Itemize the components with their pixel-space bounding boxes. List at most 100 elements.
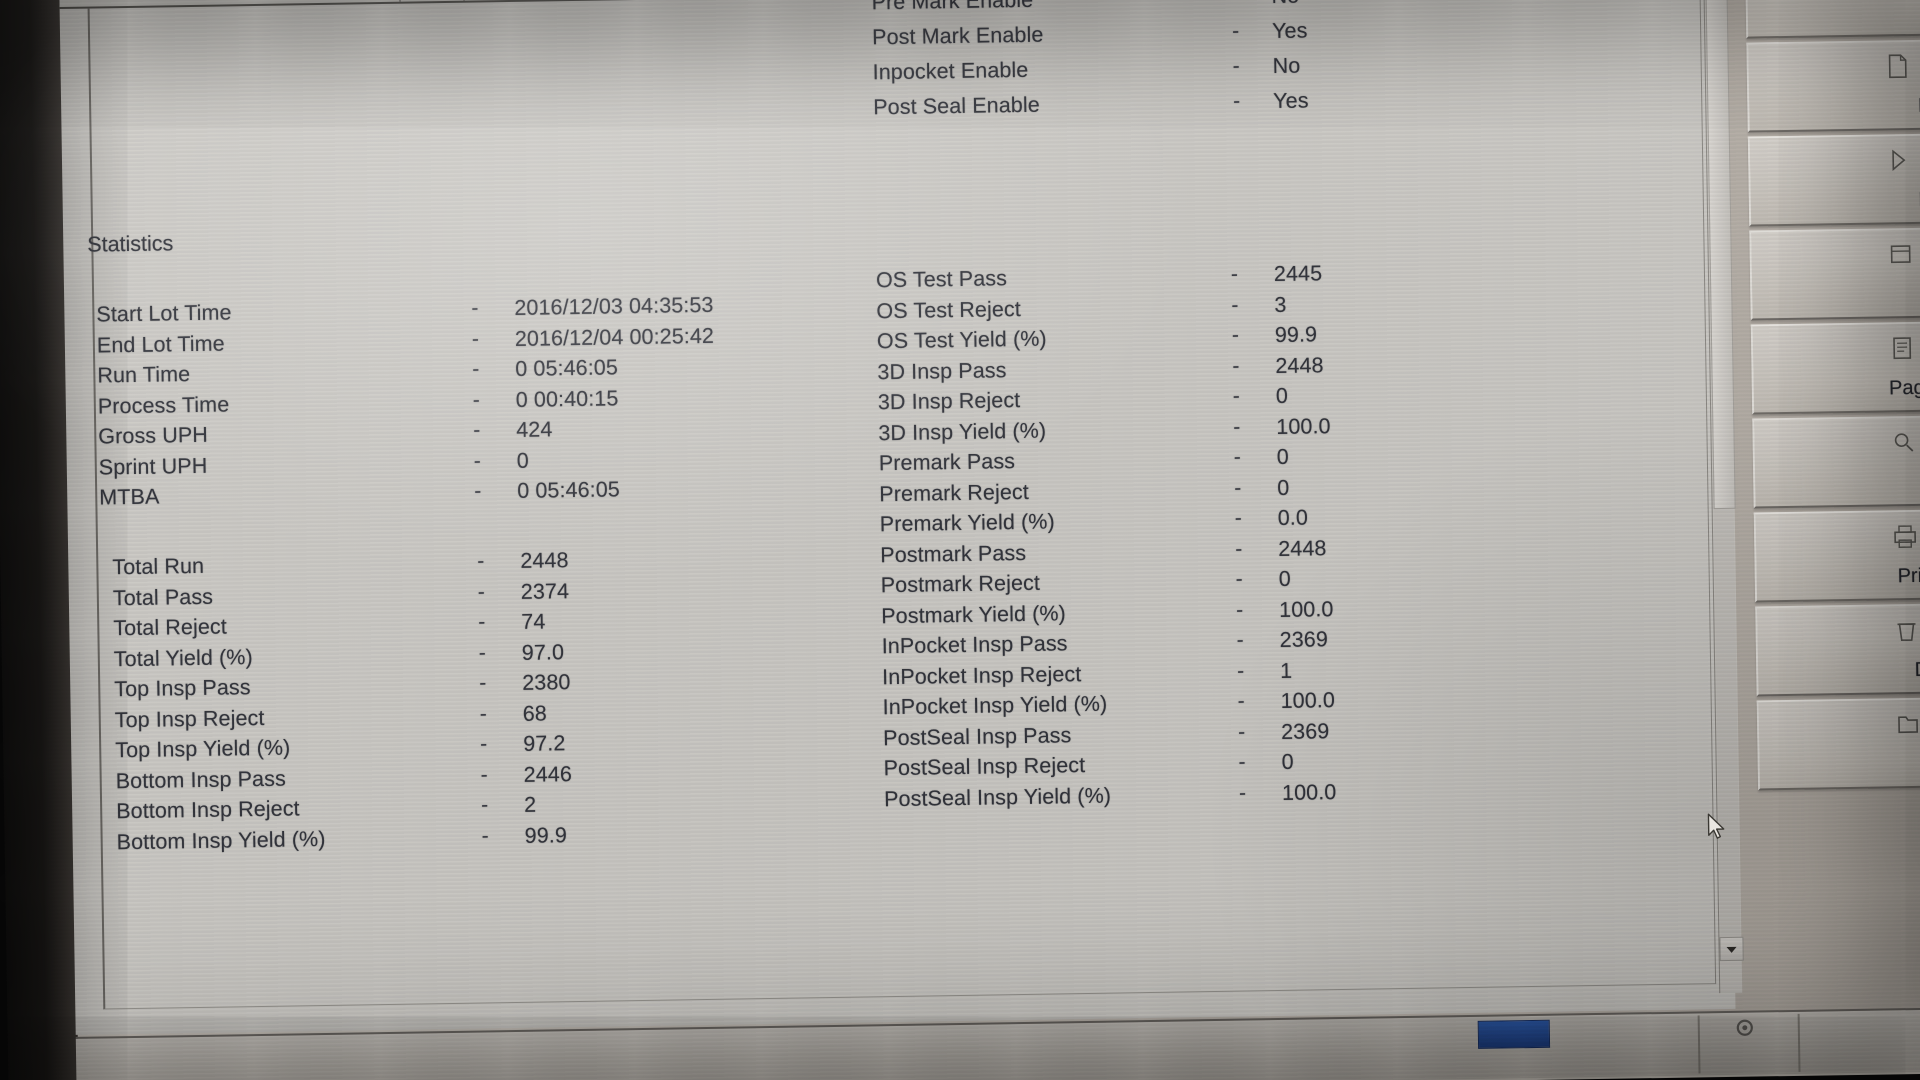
sidebar-button-8[interactable]: F (1756, 697, 1920, 791)
sidebar-button-2[interactable]: N (1747, 133, 1920, 227)
stat-value: 0.0 (1277, 505, 1309, 530)
page-icon (1887, 334, 1917, 362)
separator-dash: - (472, 357, 480, 381)
separator-dash: - (1231, 323, 1240, 347)
sidebar-button-label: N (1757, 189, 1920, 215)
stat-label: PostSeal Insp Pass (882, 722, 1072, 750)
sidebar-button-0[interactable] (1744, 0, 1920, 39)
separator-dash: - (471, 296, 479, 320)
sidebar-button-5[interactable]: P (1752, 415, 1920, 509)
stat-label: Top Insp Yield (%) (115, 735, 291, 763)
stat-value: 2016/12/03 04:35:53 (514, 292, 714, 320)
stat-value: 2445 (1273, 261, 1323, 287)
stat-label: InPocket Insp Pass (881, 631, 1068, 659)
stat-label: InPocket Insp Yield (%) (882, 691, 1108, 720)
stat-label: Bottom Insp Reject (116, 796, 300, 824)
sidebar-button-delete[interactable]: De (1755, 603, 1920, 697)
stat-label: OS Test Pass (875, 266, 1008, 293)
stat-value: 0 (1275, 383, 1289, 409)
separator-dash: - (477, 549, 485, 573)
sidebar-button-page[interactable]: Page (1750, 321, 1920, 415)
stat-label: Total Yield (%) (113, 644, 253, 671)
stat-value: 424 (516, 417, 553, 442)
separator-dash: - (477, 579, 485, 604)
separator-dash: - (1236, 659, 1245, 683)
stat-label: Run Time (97, 362, 191, 388)
separator-dash: - (479, 671, 487, 695)
stat-value: 0 00:40:15 (515, 385, 619, 412)
next-icon (1884, 146, 1914, 174)
header-cell-divider (463, 0, 465, 1)
printer-icon (1890, 522, 1920, 550)
stat-value: 100.0 (1276, 413, 1331, 439)
separator-dash: - (1232, 384, 1241, 408)
gear-icon[interactable] (1728, 1010, 1763, 1045)
sidebar-button-3[interactable]: L (1749, 227, 1920, 321)
photographed-machine-screen: Pre Mark Enable - No Post Mark Enable - … (0, 0, 1920, 1080)
sidebar-button-label: P (1761, 471, 1920, 497)
enable-label: Post Mark Enable (871, 22, 1044, 50)
stat-label: Total Reject (113, 614, 228, 641)
sidebar-button-label (1754, 24, 1920, 27)
stat-value: 2448 (1275, 352, 1324, 378)
separator-dash: - (478, 610, 486, 634)
enable-label: Post Seal Enable (873, 92, 1040, 120)
preview-icon (1888, 428, 1918, 456)
statistics-section-title: Statistics (87, 231, 174, 257)
separator-dash: - (1236, 628, 1244, 652)
separator-dash: - (473, 449, 481, 473)
separator-dash: - (472, 388, 480, 412)
separator-dash: - (1233, 445, 1241, 469)
stat-value: 99.9 (1274, 322, 1318, 348)
stat-value: 0 (1277, 475, 1290, 500)
stat-value: 97.0 (521, 639, 565, 665)
stat-label: Postmark Pass (880, 540, 1027, 567)
stat-label: Sprint UPH (98, 453, 208, 480)
separator-dash: - (1236, 598, 1244, 622)
stat-value: 0 (1276, 444, 1290, 469)
separator-dash: - (1237, 689, 1245, 713)
stat-value: 0 (1278, 566, 1291, 591)
stat-value: 3 (1274, 292, 1287, 317)
stat-value: 2448 (520, 548, 569, 573)
stat-label: 3D Insp Yield (%) (878, 418, 1047, 445)
stat-label: MTBA (99, 484, 160, 510)
separator-dash: - (480, 793, 489, 817)
separator-dash: - (1232, 54, 1240, 78)
separator-dash: - (1235, 567, 1243, 591)
stat-value: 99.9 (524, 822, 568, 848)
stat-value: 0 05:46:05 (517, 477, 621, 503)
separator-dash: - (1238, 781, 1247, 805)
sidebar-button-label: Page (1888, 376, 1920, 400)
stat-label: OS Test Yield (%) (876, 326, 1047, 354)
stat-label: Premark Reject (879, 479, 1030, 506)
stat-label: Process Time (97, 391, 230, 419)
stat-label: Top Insp Pass (114, 675, 251, 702)
stat-value: 2369 (1279, 627, 1329, 652)
scroll-down-button[interactable] (1719, 936, 1744, 962)
sidebar-button-label: Print (1897, 564, 1920, 588)
separator-dash: - (1232, 354, 1240, 378)
stat-label: Start Lot Time (96, 300, 232, 327)
separator-dash: - (1235, 537, 1243, 561)
sidebar-button-label: F (1766, 753, 1920, 779)
separator-dash: - (1234, 506, 1242, 530)
sidebar-button-label: De (1914, 658, 1920, 682)
mouse-cursor-icon (1706, 813, 1728, 843)
separator-dash: - (1231, 0, 1238, 9)
separator-dash: - (479, 701, 487, 726)
sidebar-button-1[interactable]: P (1746, 39, 1920, 133)
sidebar-button-print[interactable]: Print (1753, 509, 1920, 603)
stat-value: 74 (521, 609, 546, 634)
stat-label: Premark Pass (878, 449, 1016, 476)
stat-value: 2369 (1280, 718, 1330, 744)
separator-dash: - (473, 418, 481, 442)
stat-value: 2016/12/04 00:25:42 (514, 323, 715, 351)
stat-label: Premark Yield (%) (879, 509, 1055, 537)
stat-value: 100.0 (1278, 596, 1334, 622)
stat-label: 3D Insp Pass (877, 357, 1007, 384)
function-button-sidebar: P N L (1731, 0, 1920, 1059)
delete-icon (1891, 616, 1920, 644)
stat-label: Total Pass (112, 584, 214, 610)
status-indicator-blue (1477, 1019, 1551, 1049)
